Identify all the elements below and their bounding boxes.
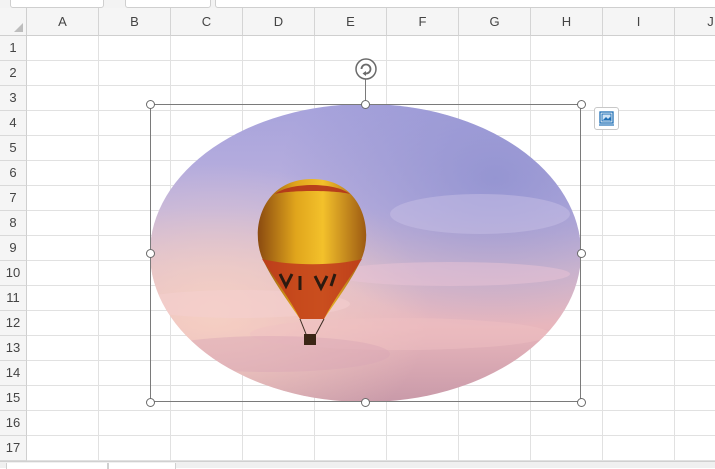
row-header-16[interactable]: 16 xyxy=(0,411,27,436)
column-header-i[interactable]: I xyxy=(603,8,675,36)
gridline-vertical xyxy=(602,36,603,461)
row-header-6[interactable]: 6 xyxy=(0,161,27,186)
select-all-triangle-icon xyxy=(14,23,23,32)
row-header-2[interactable]: 2 xyxy=(0,61,27,86)
column-header-e[interactable]: E xyxy=(315,8,387,36)
oval-picture[interactable] xyxy=(150,104,581,402)
resize-handle-top-left[interactable] xyxy=(146,100,155,109)
row-header-15[interactable]: 15 xyxy=(0,386,27,411)
gridline-horizontal xyxy=(27,410,715,411)
resize-handle-top[interactable] xyxy=(361,100,370,109)
row-header-9[interactable]: 9 xyxy=(0,236,27,261)
select-all-button[interactable] xyxy=(0,8,27,36)
resize-handle-left[interactable] xyxy=(146,249,155,258)
row-header-3[interactable]: 3 xyxy=(0,86,27,111)
sheet-tab-active[interactable] xyxy=(108,463,176,469)
column-header-d[interactable]: D xyxy=(243,8,315,36)
row-header-13[interactable]: 13 xyxy=(0,336,27,361)
row-header-1[interactable]: 1 xyxy=(0,36,27,61)
column-header-h[interactable]: H xyxy=(531,8,603,36)
gridline-vertical xyxy=(674,36,675,461)
name-box[interactable] xyxy=(10,0,104,8)
gridline-vertical xyxy=(98,36,99,461)
column-header-f[interactable]: F xyxy=(387,8,459,36)
resize-handle-bottom-left[interactable] xyxy=(146,398,155,407)
layout-options-button[interactable] xyxy=(594,107,619,130)
formula-controls[interactable] xyxy=(125,0,211,8)
gridline-horizontal xyxy=(27,435,715,436)
column-header-c[interactable]: C xyxy=(171,8,243,36)
hot-air-balloon-image xyxy=(150,104,581,402)
formula-input[interactable] xyxy=(215,0,715,8)
resize-handle-bottom[interactable] xyxy=(361,398,370,407)
rotate-handle-icon[interactable] xyxy=(355,58,377,80)
column-header-j[interactable]: J xyxy=(675,8,715,36)
column-header-b[interactable]: B xyxy=(99,8,171,36)
row-header-5[interactable]: 5 xyxy=(0,136,27,161)
row-header-10[interactable]: 10 xyxy=(0,261,27,286)
resize-handle-top-right[interactable] xyxy=(577,100,586,109)
resize-handle-right[interactable] xyxy=(577,249,586,258)
sheet-tab-bar xyxy=(0,461,715,469)
row-header-4[interactable]: 4 xyxy=(0,111,27,136)
column-header-a[interactable]: A xyxy=(27,8,99,36)
resize-handle-bottom-right[interactable] xyxy=(577,398,586,407)
row-header-11[interactable]: 11 xyxy=(0,286,27,311)
sheet-tab[interactable] xyxy=(6,463,108,469)
layout-options-icon xyxy=(599,111,614,126)
row-header-17[interactable]: 17 xyxy=(0,436,27,461)
gridline-horizontal xyxy=(27,85,715,86)
formula-bar-strip xyxy=(0,0,715,8)
row-header-7[interactable]: 7 xyxy=(0,186,27,211)
row-header-8[interactable]: 8 xyxy=(0,211,27,236)
column-header-g[interactable]: G xyxy=(459,8,531,36)
row-header-14[interactable]: 14 xyxy=(0,361,27,386)
row-header-12[interactable]: 12 xyxy=(0,311,27,336)
